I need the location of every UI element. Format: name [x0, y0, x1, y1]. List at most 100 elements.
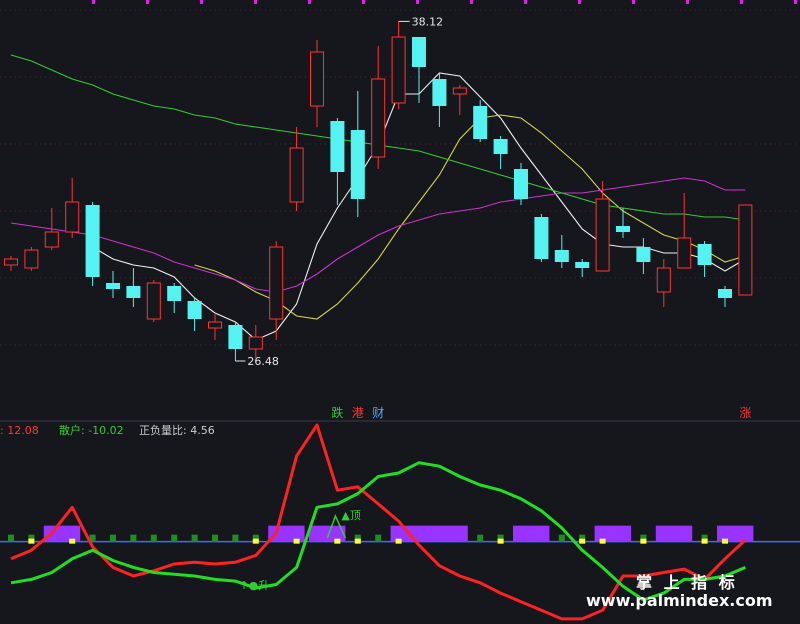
candle-body-down — [473, 106, 488, 139]
candle-body-up — [269, 246, 284, 320]
candle-body-up — [391, 36, 406, 104]
candle-body-down — [350, 130, 365, 199]
candle-body-down — [126, 286, 141, 298]
zero-square-green — [212, 534, 218, 542]
candle-body-up — [4, 258, 18, 266]
candle-body-down — [228, 325, 243, 349]
top-tick — [308, 0, 311, 4]
zero-square-yellow — [497, 538, 504, 544]
zero-square-yellow — [69, 538, 76, 544]
high-price-label: 38.12 — [412, 15, 444, 28]
zero-square-green — [171, 534, 178, 542]
top-tick — [200, 0, 203, 4]
zero-square-yellow — [640, 538, 647, 544]
zero-square-green — [130, 534, 137, 542]
candle-body-up — [371, 78, 386, 158]
watermark-url: www.palmindex.com — [586, 591, 773, 610]
zero-square-yellow — [252, 538, 259, 544]
zero-square-yellow — [334, 538, 341, 544]
top-tick — [524, 0, 527, 4]
candle-body-down — [616, 226, 630, 232]
candle-body-up — [452, 87, 467, 95]
candle-body-up — [146, 282, 161, 320]
top-tick-markers — [92, 0, 797, 4]
candle-body-down — [493, 139, 508, 154]
zero-square-yellow — [354, 538, 361, 544]
candle-body-up — [248, 336, 263, 350]
top-tick — [740, 0, 743, 4]
candle-body-up — [65, 201, 80, 233]
top-tick — [470, 0, 473, 4]
zero-square-green — [110, 534, 116, 542]
candle-body-up — [595, 198, 610, 272]
indicator-annotation: ↑●升 — [239, 579, 269, 592]
top-tick — [146, 0, 149, 4]
zero-square-green — [8, 534, 14, 542]
candle-body-down — [575, 262, 590, 268]
indicator-value-label: : 12.08 — [0, 424, 39, 437]
zero-square-green — [191, 534, 198, 542]
zero-square-green — [150, 534, 157, 542]
candle-body-down — [167, 286, 182, 301]
candle-body-down — [636, 247, 651, 262]
candle-body-up — [310, 51, 324, 107]
candle-body-down — [106, 283, 120, 289]
candle-body-up — [656, 267, 671, 293]
candle-body-up — [208, 321, 222, 329]
indicator-annotations: ▲顶 ↑●升 — [239, 509, 360, 592]
candle-body-down — [697, 244, 712, 265]
top-tick — [794, 0, 797, 4]
top-tick — [416, 0, 419, 4]
indicator-annotation: ▲顶 — [341, 509, 360, 522]
indicator-value-label: 散户: -10.02 — [59, 423, 124, 437]
candle-body-down — [534, 217, 549, 259]
indicator-value-label: 正负量比: 4.56 — [139, 423, 215, 437]
zero-square-yellow — [579, 538, 586, 544]
event-marker: 跌 — [331, 405, 343, 420]
candle-body-up — [738, 204, 753, 296]
top-tick — [578, 0, 581, 4]
purple-block — [390, 525, 468, 542]
candle-body-down — [514, 169, 528, 199]
zero-square-yellow — [395, 538, 402, 544]
candlesticks — [4, 20, 753, 362]
indicator-blocks — [0, 525, 800, 544]
candle-body-down — [432, 79, 447, 106]
top-tick — [92, 0, 95, 4]
zero-square-green — [477, 534, 484, 542]
top-tick — [632, 0, 635, 4]
watermark-title: 掌 上 指 标 — [636, 573, 738, 592]
zero-square-green — [558, 534, 565, 542]
top-tick — [686, 0, 689, 4]
zero-square-yellow — [599, 538, 606, 544]
zero-square-yellow — [722, 538, 728, 544]
purple-block — [655, 525, 693, 542]
ma-line-0 — [92, 72, 746, 341]
zero-square-green — [375, 534, 382, 542]
zero-square-yellow — [293, 538, 300, 544]
candle-body-down — [718, 289, 732, 298]
event-marker: 涨 — [739, 405, 751, 420]
zero-square-yellow — [28, 538, 35, 544]
zero-square-yellow — [701, 538, 708, 544]
candle-body-up — [44, 231, 59, 248]
candle-body-up — [24, 249, 39, 269]
indicator-labels: : 12.08 散户: -10.02 正负量比: 4.56 — [0, 423, 215, 437]
candle-body-down — [330, 121, 345, 172]
candle-body-down — [554, 250, 569, 262]
candle-body-up — [289, 147, 304, 203]
event-marker: 港 — [352, 406, 364, 420]
top-tick — [254, 0, 257, 4]
top-tick — [362, 0, 365, 4]
low-price-label: 26.48 — [247, 355, 279, 368]
candle-body-down — [85, 205, 100, 277]
candle-body-up — [677, 237, 692, 269]
zero-square-green — [232, 534, 239, 542]
event-markers: 跌港财 涨 — [331, 405, 751, 420]
candle-body-down — [412, 37, 426, 67]
chart-canvas: 跌港财 涨 : 12.08 散户: -10.02 正负量比: 4.56 ▲顶 ↑●升 3… — [0, 0, 800, 621]
purple-block — [513, 525, 550, 542]
candle-body-down — [187, 301, 202, 319]
event-marker: 财 — [372, 406, 384, 420]
ma-line-2 — [10, 177, 746, 293]
